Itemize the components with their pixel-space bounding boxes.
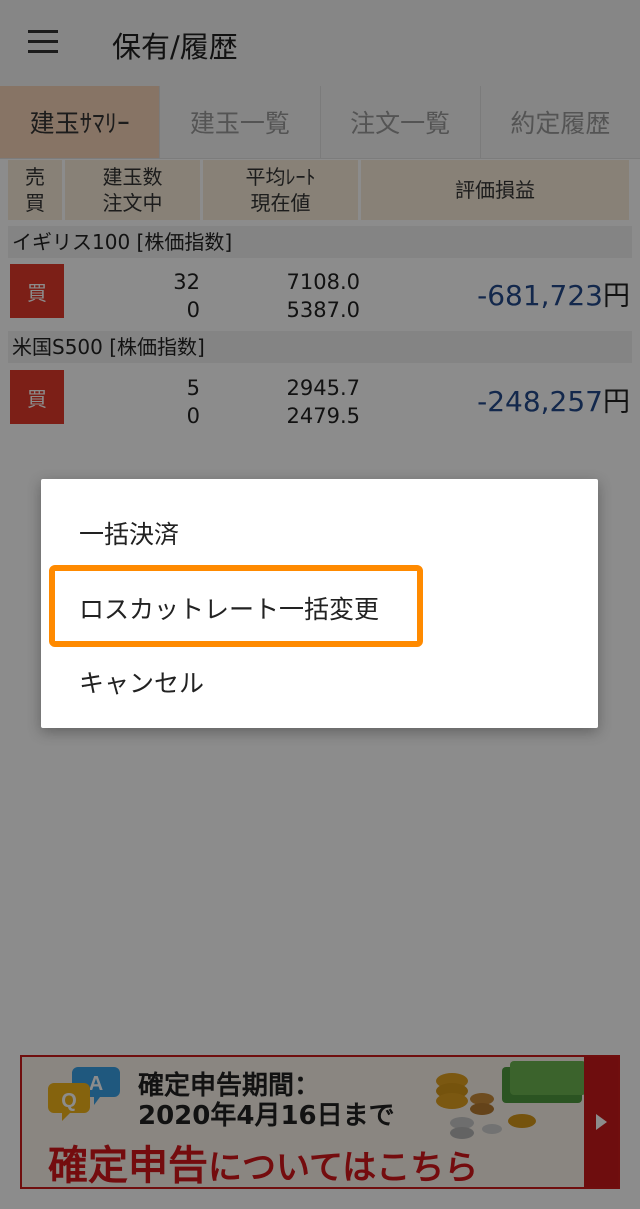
action-dialog: 一括決済 ロスカットレート一括変更 キャンセル: [41, 479, 598, 728]
bulk-settle-option[interactable]: 一括決済: [79, 515, 179, 551]
cancel-option[interactable]: キャンセル: [79, 664, 204, 700]
bulk-losscut-change-option[interactable]: ロスカットレート一括変更: [79, 590, 379, 626]
